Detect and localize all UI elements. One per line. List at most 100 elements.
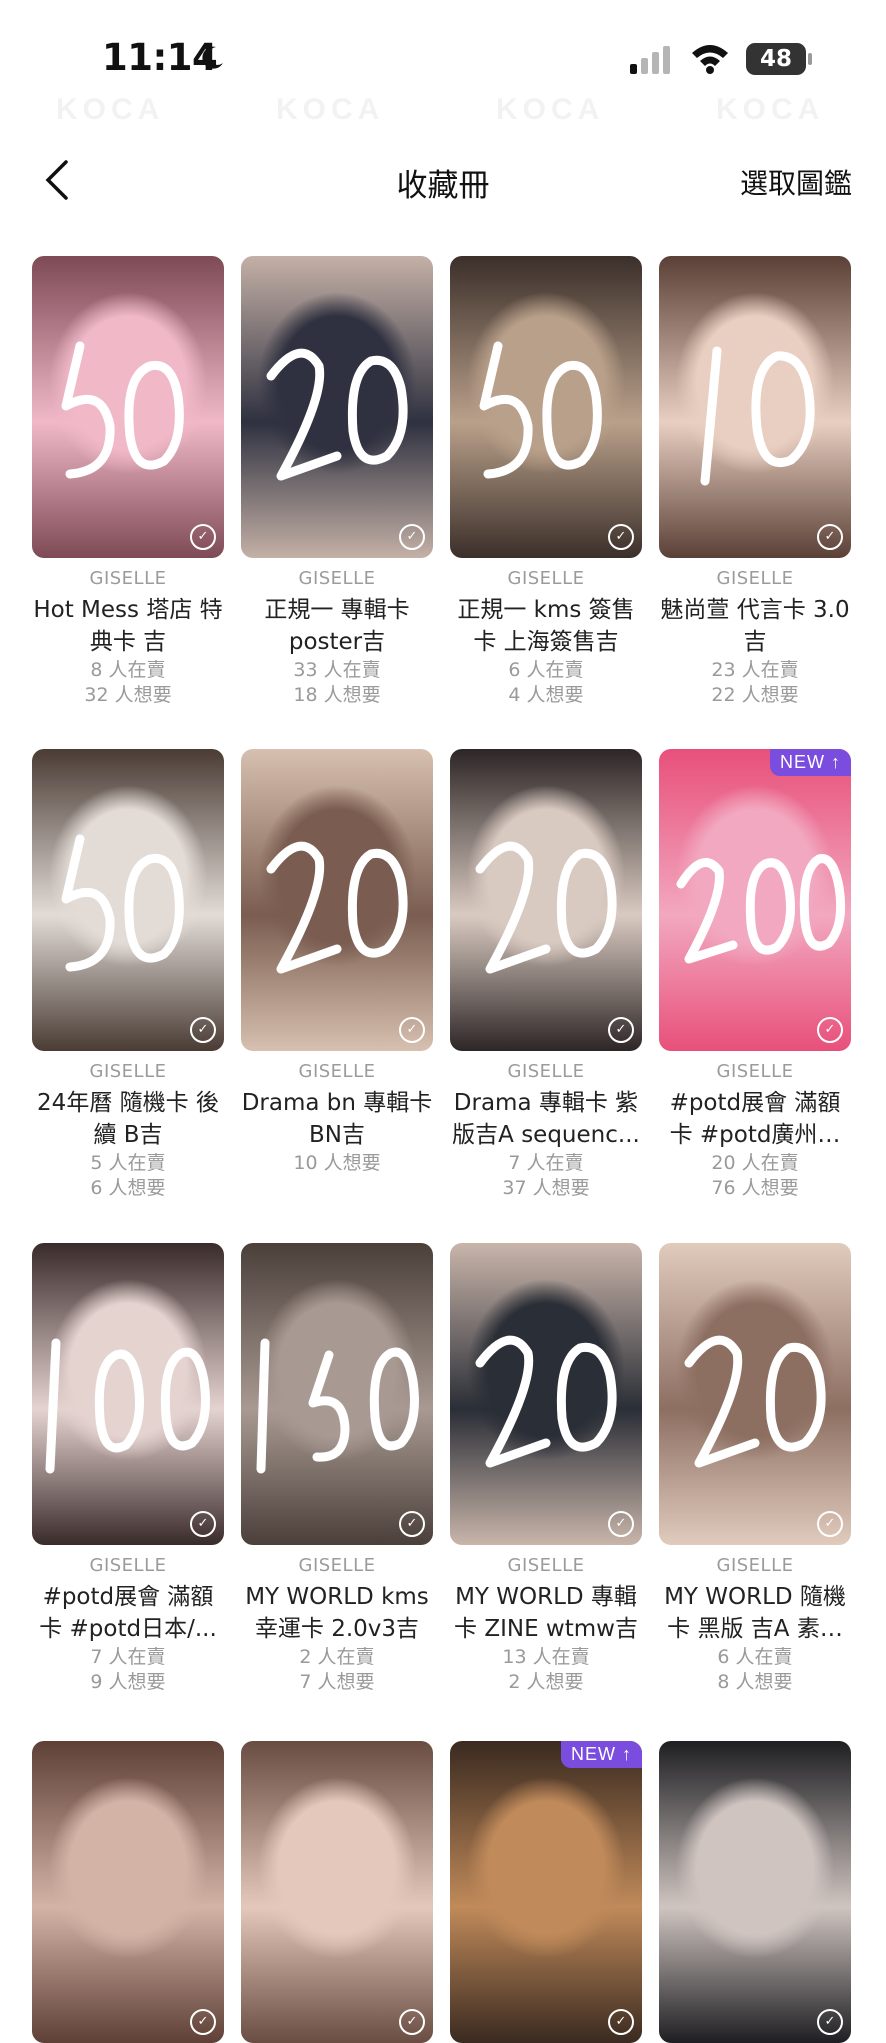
owned-check-icon: ✓ xyxy=(399,2009,425,2035)
card-item[interactable]: ✓ GISELLE 正規一 專輯卡 poster吉 33 人在賣 18 人想要 xyxy=(241,256,433,708)
card-artist: GISELLE xyxy=(298,1061,376,1082)
wanting-count: 37 人想要 xyxy=(502,1177,590,1199)
card-artist: GISELLE xyxy=(89,1555,167,1576)
card-photo[interactable]: ✓ xyxy=(32,749,224,1051)
card-artist: GISELLE xyxy=(716,1061,794,1082)
card-photo[interactable]: ✓ xyxy=(241,1243,433,1545)
card-photo[interactable]: ✓ xyxy=(450,1243,642,1545)
card-item[interactable]: ✓ GISELLE MY WORLD 隨機卡 黑版 吉A 素… 6 人在賣 8 人想要 xyxy=(659,1243,851,1695)
card-item[interactable]: ✓ GISELLE MY WORLD kms 幸運卡 2.0v3吉 2 人在賣 7 人想… xyxy=(241,1243,433,1695)
owned-check-icon: ✓ xyxy=(399,1511,425,1537)
selling-count: 8 人在賣 xyxy=(90,659,166,681)
wanting-count: 6 人想要 xyxy=(90,1177,166,1199)
card-title: 正規一 kms 簽售卡 上海簽售吉 xyxy=(457,597,635,655)
card-photo[interactable]: ✓ xyxy=(450,749,642,1051)
card-item[interactable]: ✓ GISELLE 正規一 kms 簽售卡 上海簽售吉 6 人在賣 4 人想要 xyxy=(450,256,642,708)
card-photo[interactable]: ✓ xyxy=(659,256,851,558)
card-title: 24年曆 隨機卡 後續 B吉 xyxy=(37,1090,219,1148)
handwritten-price-scrawl xyxy=(256,1338,419,1474)
selling-count: 20 人在賣 xyxy=(711,1152,799,1174)
owned-check-icon: ✓ xyxy=(190,524,216,550)
wanting-count: 4 人想要 xyxy=(508,684,584,706)
selling-count: 6 人在賣 xyxy=(508,659,584,681)
card-title: MY WORLD kms 幸運卡 2.0v3吉 xyxy=(245,1584,429,1642)
card-photo[interactable]: ✓ xyxy=(241,256,433,558)
card-artist: GISELLE xyxy=(507,1061,585,1082)
card-photo[interactable]: ✓ NEW ↑ xyxy=(450,1741,642,2043)
selling-count: 13 人在賣 xyxy=(502,1646,590,1668)
owned-check-icon: ✓ xyxy=(608,2009,634,2035)
card-item[interactable]: ✓ NEW ↑ GISELLE #potd展會 滿額卡 #potd廣州… 20 人在賣 7… xyxy=(659,749,851,1201)
card-photo[interactable]: ✓ NEW ↑ xyxy=(659,749,851,1051)
owned-check-icon: ✓ xyxy=(399,524,425,550)
owned-check-icon: ✓ xyxy=(608,524,634,550)
card-artist: GISELLE xyxy=(89,568,167,589)
wifi-icon xyxy=(692,45,728,74)
card-title: Hot Mess 塔店 特典卡 吉 xyxy=(33,597,223,655)
selling-count: 5 人在賣 xyxy=(90,1152,166,1174)
handwritten-price-scrawl xyxy=(61,834,184,972)
card-item[interactable]: ✓ GISELLE MY WORLD 專輯卡 ZINE wtmw吉 13 人在賣 2 人… xyxy=(450,1243,642,1695)
watermark: KOCA xyxy=(276,93,385,126)
owned-check-icon: ✓ xyxy=(817,524,843,550)
card-title: 魅尚萱 代言卡 3.0吉 xyxy=(660,597,850,655)
card-item[interactable]: ✓ GISELLE Drama bn 專輯卡 BN吉 10 人想要 xyxy=(241,749,433,1176)
owned-check-icon: ✓ xyxy=(817,1511,843,1537)
card-artist: GISELLE xyxy=(507,1555,585,1576)
card-item[interactable]: ✓ xyxy=(659,1741,851,2043)
card-title: #potd展會 滿額卡 #potd日本/... xyxy=(39,1584,217,1642)
card-item[interactable]: ✓ GISELLE 24年曆 隨機卡 後續 B吉 5 人在賣 6 人想要 xyxy=(32,749,224,1201)
owned-check-icon: ✓ xyxy=(190,2009,216,2035)
handwritten-price-scrawl xyxy=(45,1338,210,1474)
selling-count: 33 人在賣 xyxy=(293,659,381,681)
card-item[interactable]: ✓ NEW ↑ xyxy=(450,1741,642,2043)
wanting-count: 32 人想要 xyxy=(84,684,172,706)
card-photo[interactable]: ✓ xyxy=(241,749,433,1051)
card-item[interactable]: ✓ xyxy=(32,1741,224,2043)
card-item[interactable]: ✓ GISELLE #potd展會 滿額卡 #potd日本/... 7 人在賣 9 人想… xyxy=(32,1243,224,1695)
new-badge: NEW ↑ xyxy=(770,749,851,776)
card-photo[interactable]: ✓ xyxy=(659,1243,851,1545)
card-photo[interactable]: ✓ xyxy=(659,1741,851,2043)
card-photo[interactable]: ✓ xyxy=(450,256,642,558)
card-item[interactable]: ✓ GISELLE Drama 專輯卡 紫版吉A sequenc... 7 人在賣 37… xyxy=(450,749,642,1201)
moon-icon xyxy=(202,46,223,69)
signal-icon xyxy=(630,46,670,74)
selling-count: 7 人在賣 xyxy=(90,1646,166,1668)
card-item[interactable]: ✓ xyxy=(241,1741,433,2043)
owned-check-icon: ✓ xyxy=(399,1017,425,1043)
card-item[interactable]: ✓ GISELLE Hot Mess 塔店 特典卡 吉 8 人在賣 32 人想要 xyxy=(32,256,224,708)
wanting-count: 10 人想要 xyxy=(293,1152,381,1174)
card-photo[interactable]: ✓ xyxy=(241,1741,433,2043)
selling-count: 6 人在賣 xyxy=(717,1646,793,1668)
card-title: 正規一 專輯卡 poster吉 xyxy=(264,597,410,655)
card-artist: GISELLE xyxy=(507,568,585,589)
new-badge: NEW ↑ xyxy=(561,1741,642,1768)
card-artist: GISELLE xyxy=(298,1555,376,1576)
handwritten-price-scrawl xyxy=(684,1335,826,1468)
owned-check-icon: ✓ xyxy=(608,1017,634,1043)
card-photo[interactable]: ✓ xyxy=(32,256,224,558)
owned-check-icon: ✓ xyxy=(190,1017,216,1043)
selling-count: 2 人在賣 xyxy=(299,1646,375,1668)
selling-count: 7 人在賣 xyxy=(508,1152,584,1174)
watermark: KOCA xyxy=(716,93,825,126)
card-title: MY WORLD 專輯卡 ZINE wtmw吉 xyxy=(454,1584,638,1642)
wanting-count: 8 人想要 xyxy=(717,1671,793,1693)
battery-tip xyxy=(808,53,812,65)
select-cards-button[interactable]: 選取圖鑑 xyxy=(740,162,852,202)
wanting-count: 22 人想要 xyxy=(711,684,799,706)
wanting-count: 2 人想要 xyxy=(508,1671,584,1693)
card-artist: GISELLE xyxy=(89,1061,167,1082)
wanting-count: 7 人想要 xyxy=(299,1671,375,1693)
card-photo[interactable]: ✓ xyxy=(32,1741,224,2043)
owned-check-icon: ✓ xyxy=(817,2009,843,2035)
handwritten-price-scrawl xyxy=(475,1335,617,1468)
wanting-count: 9 人想要 xyxy=(90,1671,166,1693)
card-photo[interactable]: ✓ xyxy=(32,1243,224,1545)
card-artist: GISELLE xyxy=(298,568,376,589)
card-item[interactable]: ✓ GISELLE 魅尚萱 代言卡 3.0吉 23 人在賣 22 人想要 xyxy=(659,256,851,708)
handwritten-price-scrawl xyxy=(479,341,602,479)
watermark: KOCA xyxy=(496,93,605,126)
wanting-count: 76 人想要 xyxy=(711,1177,799,1199)
